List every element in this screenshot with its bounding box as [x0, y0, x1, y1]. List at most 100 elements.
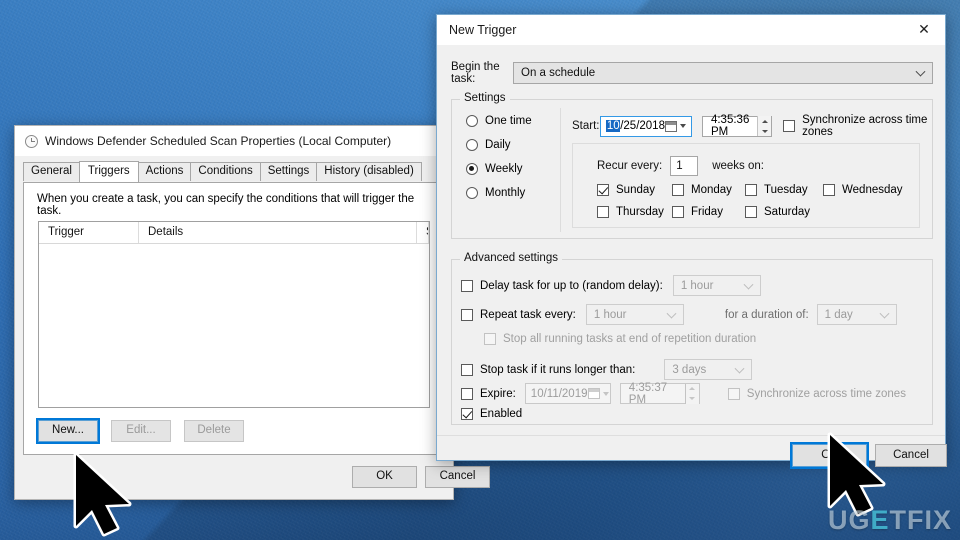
properties-title: Windows Defender Scheduled Scan Properti…	[45, 134, 392, 148]
calendar-icon	[587, 388, 600, 399]
begin-task-label: Begin the task:	[451, 61, 500, 85]
checkbox-wednesday-label: Wednesday	[842, 184, 903, 196]
tab-settings[interactable]: Settings	[259, 161, 318, 181]
sync-timezones-checkbox[interactable]: Synchronize across time zones	[783, 114, 932, 138]
radio-weekly[interactable]: Weekly	[466, 163, 556, 175]
chevron-down-icon	[915, 66, 926, 77]
tab-general[interactable]: General	[23, 161, 80, 181]
stop-task-checkbox[interactable]: Stop task if it runs longer than:	[461, 363, 635, 376]
advanced-settings-groupbox: Advanced settings Delay task for up to (…	[451, 252, 933, 425]
tab-conditions[interactable]: Conditions	[190, 161, 261, 181]
tab-history[interactable]: History (disabled)	[316, 161, 422, 181]
triggers-list-header: Trigger Details Status	[39, 222, 429, 244]
start-time-input[interactable]: 4:35:36 PM	[701, 114, 773, 138]
start-row: Start: 10/25/2018 4:35:36 PM Synchronize…	[572, 114, 932, 138]
radio-monthly[interactable]: Monthly	[466, 187, 556, 199]
expire-indicator	[461, 387, 473, 400]
expire-label: Expire:	[480, 387, 516, 400]
triggers-note: When you create a task, you can specify …	[37, 193, 415, 217]
delay-task-select: 1 hour	[672, 275, 761, 296]
watermark-part1: UG	[827, 505, 871, 535]
date-dropdown-icon[interactable]	[679, 124, 686, 128]
checkbox-saturday-indicator	[745, 206, 757, 218]
checkbox-friday[interactable]: Friday	[672, 206, 745, 218]
ugetfix-watermark: UGETFIX	[828, 505, 952, 536]
new-trigger-button[interactable]: New...	[36, 418, 100, 444]
expire-sync-indicator	[727, 387, 740, 400]
stop-task-row: Stop task if it runs longer than: 3 days	[461, 359, 753, 380]
properties-cancel-button[interactable]: Cancel	[425, 466, 490, 488]
enabled-checkbox[interactable]: Enabled	[461, 408, 522, 420]
expire-time-spin-up	[685, 383, 699, 394]
dialog-footer-separator	[437, 435, 945, 436]
duration-label: for a duration of:	[724, 308, 809, 321]
column-header-details[interactable]: Details	[139, 222, 417, 243]
dialog-ok-button[interactable]: OK	[790, 442, 869, 469]
checkbox-sunday[interactable]: Sunday	[597, 184, 672, 196]
stop-repetition-indicator	[484, 333, 496, 345]
recur-every-value: 1	[676, 160, 683, 172]
checkbox-thursday-label: Thursday	[616, 206, 664, 218]
expire-date-value: 10/11/2019	[530, 387, 588, 400]
stop-task-select: 3 days	[664, 359, 753, 380]
duration-select: 1 day	[816, 304, 897, 325]
begin-task-value: On a schedule	[521, 67, 596, 79]
triggers-listview[interactable]: Trigger Details Status	[38, 221, 430, 408]
checkbox-sunday-label: Sunday	[616, 184, 656, 196]
tab-triggers[interactable]: Triggers	[78, 160, 139, 182]
stop-task-value: 3 days	[672, 363, 707, 376]
delete-trigger-button: Delete	[184, 420, 244, 442]
checkbox-saturday[interactable]: Saturday	[745, 206, 810, 218]
sync-timezones-indicator	[783, 120, 796, 132]
checkbox-monday[interactable]: Monday	[672, 184, 745, 196]
properties-ok-button[interactable]: OK	[352, 466, 417, 488]
checkbox-tuesday-label: Tuesday	[764, 184, 808, 196]
radio-weekly-indicator	[466, 163, 478, 175]
dialog-cancel-button[interactable]: Cancel	[875, 444, 947, 467]
start-date-selected-segment: 10	[606, 120, 621, 132]
expire-time-value: 4:35:37 PM	[628, 381, 668, 406]
calendar-icon[interactable]	[664, 120, 677, 132]
checkbox-wednesday[interactable]: Wednesday	[823, 184, 903, 196]
clock-icon	[25, 134, 38, 148]
tab-actions[interactable]: Actions	[137, 161, 192, 181]
checkbox-tuesday-indicator	[745, 184, 757, 196]
start-time-spin-up[interactable]	[758, 116, 772, 126]
checkbox-tuesday[interactable]: Tuesday	[745, 184, 823, 196]
repeat-task-row: Repeat task every: 1 hour for a duration…	[461, 304, 923, 325]
triggers-tab-panel: When you create a task, you can specify …	[23, 182, 445, 455]
schedule-type-radiogroup: One time Daily Weekly Monthly	[466, 115, 556, 199]
radio-daily[interactable]: Daily	[466, 139, 556, 151]
column-header-status[interactable]: Status	[417, 222, 429, 243]
sync-timezones-label: Synchronize across time zones	[802, 114, 928, 138]
weekday-row-2: Thursday Friday Saturday	[597, 206, 810, 218]
radio-one-time[interactable]: One time	[466, 115, 556, 127]
start-time-spinner[interactable]	[757, 116, 772, 136]
checkbox-thursday[interactable]: Thursday	[597, 206, 672, 218]
expire-time-spin-down	[685, 393, 699, 404]
checkbox-sunday-indicator	[597, 184, 609, 196]
column-header-trigger[interactable]: Trigger	[39, 222, 139, 243]
checkbox-monday-label: Monday	[691, 184, 732, 196]
chevron-down-icon	[879, 308, 890, 319]
watermark-part3: TFIX	[889, 505, 952, 535]
weekly-recurrence-panel: Recur every: 1 weeks on: Sunday Monday T…	[572, 143, 920, 228]
enabled-label: Enabled	[480, 408, 523, 420]
new-trigger-dialog: New Trigger ✕ Begin the task: On a sched…	[436, 14, 947, 469]
repeat-task-checkbox[interactable]: Repeat task every:	[461, 308, 576, 321]
chevron-down-icon	[734, 363, 745, 374]
radio-one-time-label: One time	[485, 115, 532, 127]
start-time-spin-down[interactable]	[758, 126, 772, 136]
start-date-input[interactable]: 10/25/2018	[600, 115, 692, 137]
enabled-indicator	[461, 408, 473, 420]
expire-sync-label: Synchronize across time zones	[746, 387, 906, 400]
begin-task-select[interactable]: On a schedule	[513, 62, 933, 84]
scheduled-scan-properties-window: Windows Defender Scheduled Scan Properti…	[14, 125, 490, 500]
recur-every-input[interactable]: 1	[670, 156, 699, 176]
expire-checkbox[interactable]: Expire:	[461, 387, 516, 400]
settings-groupbox: Settings One time Daily Weekly Monthly S…	[451, 92, 933, 239]
close-icon[interactable]: ✕	[903, 15, 945, 45]
watermark-part2: E	[870, 505, 890, 535]
delay-task-checkbox[interactable]: Delay task for up to (random delay):	[461, 279, 663, 292]
repeat-task-select: 1 hour	[585, 304, 684, 325]
